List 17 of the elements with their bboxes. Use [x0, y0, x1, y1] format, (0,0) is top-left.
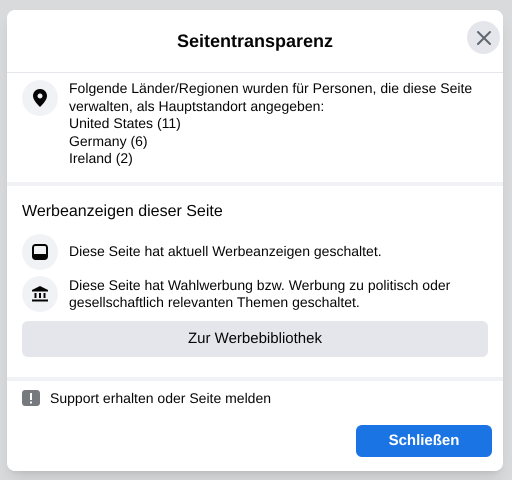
- support-link[interactable]: Support erhalten oder Seite melden: [50, 388, 272, 408]
- location-pin-icon: [22, 80, 58, 116]
- ad-library-button[interactable]: Zur Werbebibliothek: [22, 321, 488, 357]
- ad-info-text: Diese Seite hat aktuell Werbeanzeigen geschaltet.: [69, 243, 382, 261]
- country-item: Germany (6): [69, 132, 149, 150]
- section-heading: Werbeanzeigen dieser Seite: [22, 202, 224, 222]
- location-text: Folgende Länder/Regionen wurden für Personen, die diese Seite verwalten, als Hauptstandort angegeben:: [69, 80, 474, 115]
- ad-info-text: Diese Seite hat Wahlwerbung bzw. Werbung zu politisch oder gesellschaftlich relevanten Themen geschaltet.: [69, 276, 452, 312]
- exclamation-icon: [22, 390, 40, 406]
- dialog-title: Seitentransparenz: [176, 30, 334, 53]
- tablet-icon: [32, 244, 48, 260]
- building-icon: [32, 286, 48, 302]
- close-button[interactable]: [467, 21, 500, 54]
- country-item: United States (11): [69, 115, 182, 132]
- close-button[interactable]: Schließen: [356, 425, 492, 457]
- close-icon: [476, 30, 492, 46]
- country-item: Ireland (2): [69, 150, 134, 168]
